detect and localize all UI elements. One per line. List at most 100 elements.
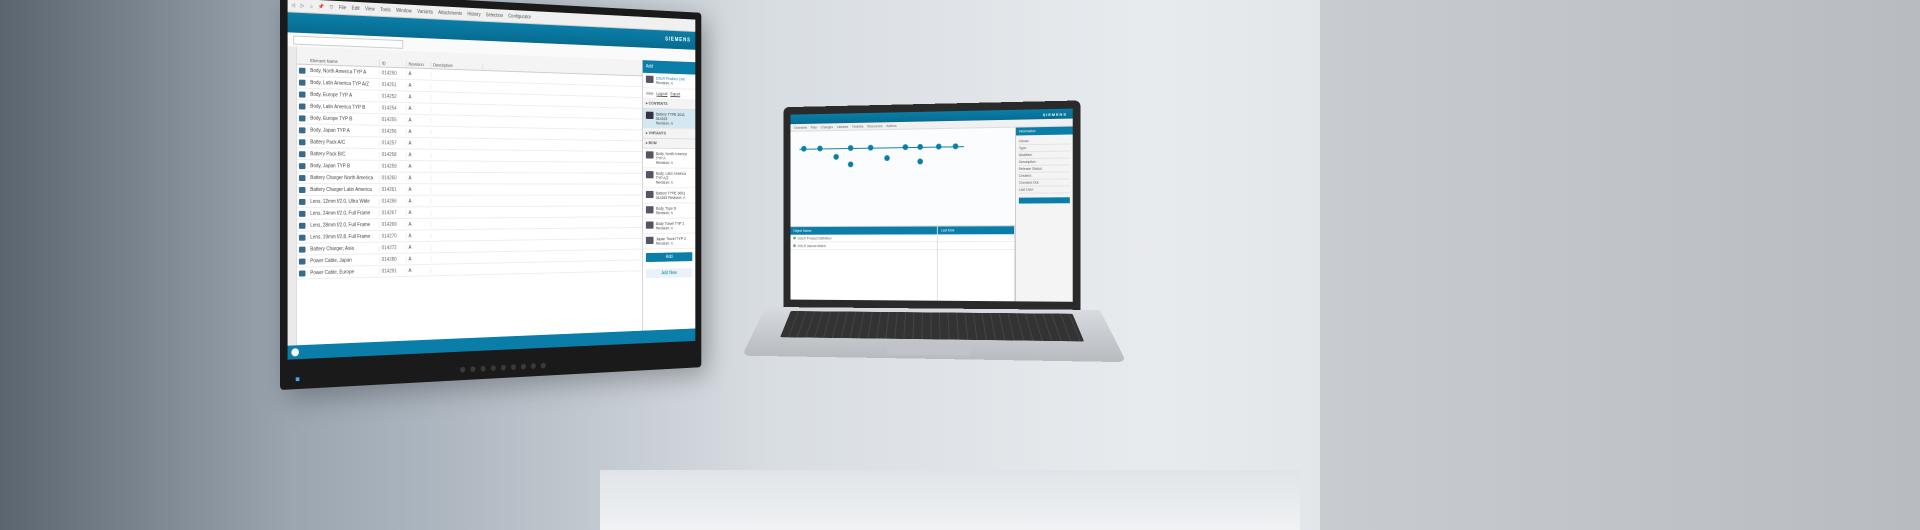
- add-new-button[interactable]: Add New: [646, 268, 692, 278]
- table-row[interactable]: Battery Charger North America014260A: [297, 172, 642, 185]
- list-item[interactable]: DSLR Product Definition: [791, 234, 938, 242]
- menu-item[interactable]: Window: [396, 7, 412, 14]
- cell-name: Body, North America TYP A: [308, 67, 380, 75]
- cell-id: 014260: [380, 175, 407, 181]
- toolbar-item[interactable]: Variants: [837, 124, 848, 128]
- plm-app-window: ◁ ▷ ⌂ 📌 ▽ File Edit View Tools Window Va…: [288, 0, 696, 360]
- bom-item[interactable]: Japan Travel TYP 2Revision: A: [643, 233, 696, 249]
- add-button[interactable]: Add: [646, 252, 692, 262]
- menu-item[interactable]: Selection: [486, 12, 503, 19]
- monitor-button[interactable]: [460, 367, 465, 373]
- bom-item[interactable]: Body, Type BRevision: A: [643, 203, 696, 219]
- status-dot-icon: [793, 237, 796, 240]
- view-label: View: [646, 91, 653, 96]
- tag[interactable]: Export: [670, 92, 680, 97]
- cell-name: Body, Europe TYP B: [308, 115, 380, 122]
- toolbar-item[interactable]: Overview: [794, 125, 807, 129]
- back-icon[interactable]: ◁: [291, 2, 295, 8]
- bom-item[interactable]: Battery TYPE 3001014262 Revision: A: [643, 188, 696, 203]
- monitor-button[interactable]: [521, 364, 526, 370]
- info-panel: Information Owner: Type: Modified: Descr…: [1015, 127, 1073, 302]
- cell-description: [431, 235, 483, 236]
- monitor-button[interactable]: [481, 366, 486, 372]
- home-icon[interactable]: ⌂: [310, 3, 313, 9]
- secondary-app-window: SIEMENS Overview Plan Changes Variants T…: [791, 109, 1073, 302]
- toolbar-item[interactable]: Timeline: [852, 124, 864, 128]
- menu-item[interactable]: Variants: [417, 8, 433, 15]
- cell-id: 014252: [380, 93, 407, 100]
- cell-description: [431, 258, 483, 259]
- cell-name: Body, Japan TYP B: [308, 163, 380, 169]
- cell-id: 014270: [380, 233, 407, 239]
- cell-id: 014266: [380, 198, 407, 204]
- monitor-button[interactable]: [511, 364, 516, 370]
- menu-item[interactable]: Edit: [352, 5, 360, 11]
- laptop-trackpad[interactable]: [887, 341, 971, 356]
- list-item[interactable]: DSLR Variant Matrix: [791, 242, 938, 250]
- toolbar-item[interactable]: Changes: [821, 125, 834, 129]
- cell-revision: A: [407, 82, 432, 88]
- list-item[interactable]: [938, 234, 1014, 242]
- bom-item[interactable]: Body Travel TYP 1Revision: A: [643, 218, 696, 234]
- part-icon: [297, 222, 308, 228]
- monitor-button[interactable]: [531, 363, 536, 369]
- table-row[interactable]: Battery Charger Latin America014261A: [297, 184, 642, 196]
- menu-item[interactable]: File: [339, 5, 346, 11]
- list-header[interactable]: Last Mod: [938, 226, 1014, 234]
- left-rail[interactable]: [288, 46, 297, 345]
- cell-description: [431, 143, 483, 144]
- monitor-button[interactable]: [470, 366, 475, 372]
- cell-revision: A: [407, 71, 432, 78]
- menu-item[interactable]: History: [467, 11, 480, 17]
- panel-primary-item[interactable]: DSLR Product Line Revision: A: [643, 73, 696, 90]
- laptop-screen: SIEMENS Overview Plan Changes Variants T…: [791, 109, 1073, 302]
- toolbar-item[interactable]: Resources: [867, 124, 882, 128]
- item-sub: 014262 Revision: A: [656, 195, 685, 200]
- col-header-id[interactable]: ID: [380, 60, 407, 68]
- cell-name: Body, Japan TYP A: [308, 127, 380, 134]
- col-header-revision[interactable]: Revision: [407, 61, 432, 69]
- cell-matrix: [483, 233, 642, 235]
- cell-description: [431, 109, 483, 110]
- cell-name: Battery Charger North America: [308, 175, 380, 181]
- info-row: Last User:: [1019, 186, 1070, 193]
- monitor-button[interactable]: [541, 363, 546, 369]
- list-item[interactable]: [938, 242, 1014, 250]
- part-icon: [297, 198, 308, 204]
- cell-matrix: [483, 99, 642, 103]
- section-bom[interactable]: ▸ BOM: [643, 139, 696, 150]
- pin-icon[interactable]: 📌: [318, 3, 324, 9]
- cell-id: 014272: [380, 245, 407, 251]
- part-icon: [297, 103, 308, 109]
- laptop-bezel: SIEMENS Overview Plan Changes Variants T…: [783, 100, 1080, 309]
- menu-item[interactable]: Configurator: [508, 13, 531, 20]
- menu-item[interactable]: View: [365, 6, 375, 12]
- info-action-button[interactable]: [1019, 197, 1070, 203]
- item-sub: Revision: A: [656, 241, 686, 246]
- timeline-chart[interactable]: [791, 128, 1016, 228]
- part-icon: [646, 221, 654, 228]
- bom-item[interactable]: Body, Latin America TYP A/ZRevision: A: [643, 168, 696, 188]
- toolbar-item[interactable]: Actions: [886, 124, 897, 128]
- menu-item[interactable]: Tools: [380, 7, 390, 13]
- cell-revision: A: [407, 221, 432, 227]
- cell-id: 014255: [380, 117, 407, 123]
- menu-item[interactable]: Attachments: [438, 10, 462, 17]
- selected-item[interactable]: Battery TYPE 3011 014263 Revision: A: [643, 109, 696, 130]
- part-icon: [646, 191, 654, 198]
- cell-name: Lens, 28mm f/2.0, Full Frame: [308, 222, 380, 229]
- toolbar-item[interactable]: Plan: [811, 125, 817, 129]
- monitor-button[interactable]: [491, 365, 496, 371]
- item-title: Body, Latin America TYP A/Z: [656, 171, 692, 180]
- cell-name: Battery Pack A/C: [308, 139, 380, 146]
- laptop-keyboard[interactable]: [780, 311, 1084, 341]
- cell-matrix: [483, 211, 642, 212]
- bom-item[interactable]: Body, North America TYP ARevision: A: [643, 149, 696, 169]
- cell-revision: A: [407, 117, 432, 123]
- part-icon: [297, 246, 308, 252]
- filter-icon[interactable]: ▽: [330, 4, 334, 10]
- monitor-button[interactable]: [501, 365, 506, 371]
- tag[interactable]: Logical: [656, 91, 667, 96]
- forward-icon[interactable]: ▷: [301, 3, 305, 9]
- user-avatar-icon[interactable]: [291, 348, 299, 356]
